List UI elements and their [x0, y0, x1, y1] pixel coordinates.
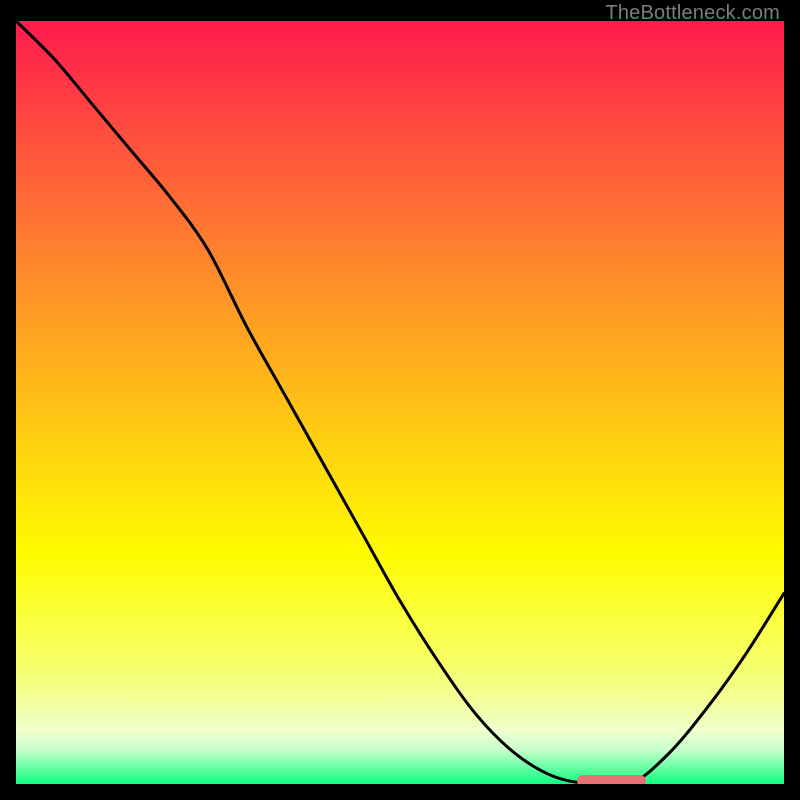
bottleneck-curve [16, 21, 784, 784]
curve-path [16, 21, 784, 784]
chart-frame: TheBottleneck.com [0, 0, 800, 800]
optimum-marker [577, 775, 646, 784]
watermark-text: TheBottleneck.com [605, 2, 780, 25]
plot-area [16, 21, 784, 784]
